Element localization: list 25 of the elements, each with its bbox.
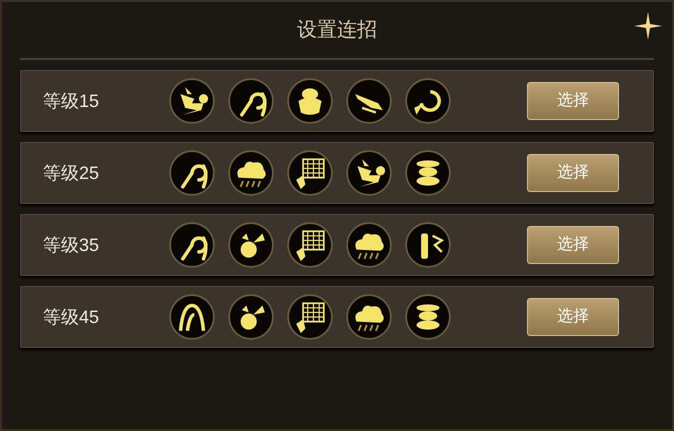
whirlwind-icon[interactable] (405, 150, 451, 196)
hook-icon[interactable] (228, 78, 274, 124)
cloud-icon[interactable] (346, 294, 392, 340)
net-icon[interactable] (287, 150, 333, 196)
select-button[interactable]: 选择 (527, 226, 619, 264)
level-label: 等级25 (42, 162, 100, 184)
whirlwind-icon[interactable] (405, 294, 451, 340)
cloud-icon[interactable] (346, 222, 392, 268)
net-icon[interactable] (287, 222, 333, 268)
hook-icon[interactable] (169, 150, 215, 196)
arch-icon[interactable] (169, 294, 215, 340)
bomb-icon[interactable] (228, 294, 274, 340)
level-label: 等级35 (42, 234, 100, 256)
level-label: 等级15 (42, 90, 100, 112)
cloud-icon[interactable] (228, 150, 274, 196)
hat-icon[interactable] (287, 78, 333, 124)
hook-icon[interactable] (169, 222, 215, 268)
select-button[interactable]: 选择 (527, 82, 619, 120)
dialog-title: 设置连招 (297, 18, 377, 43)
swirl-icon[interactable] (405, 78, 451, 124)
select-button[interactable]: 选择 (527, 154, 619, 192)
net-icon[interactable] (287, 294, 333, 340)
bomb-icon[interactable] (228, 222, 274, 268)
select-button[interactable]: 选择 (527, 298, 619, 336)
level-label: 等级45 (42, 306, 100, 328)
